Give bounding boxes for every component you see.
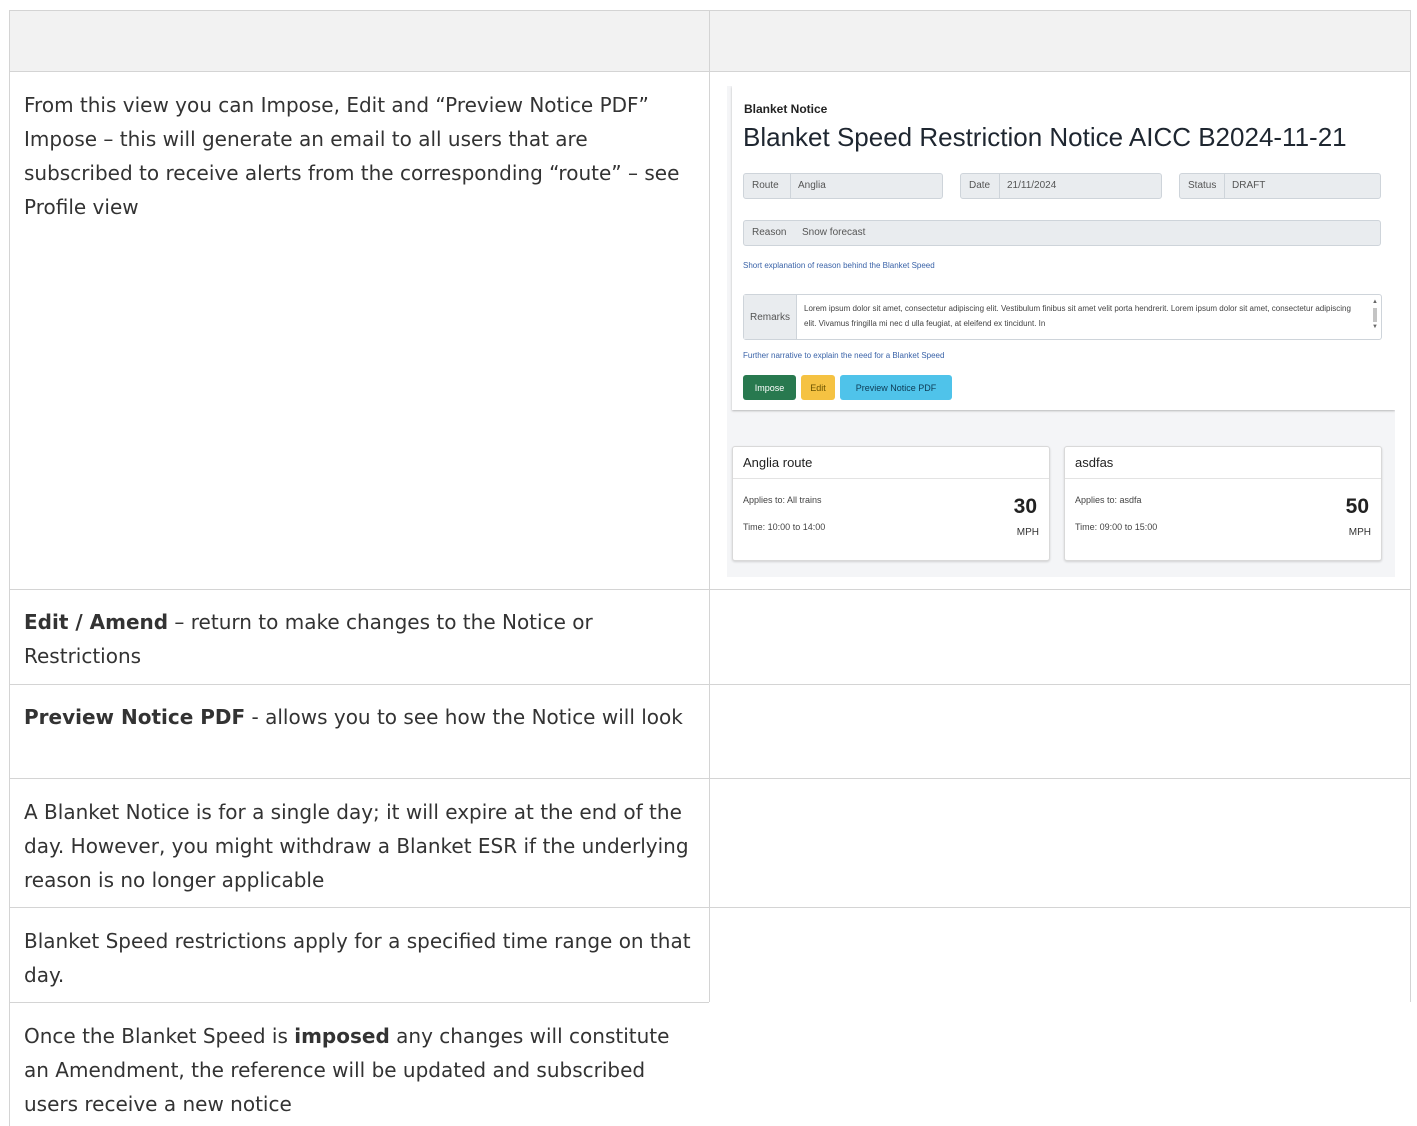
notice-card: Blanket Notice Blanket Speed Restriction… (732, 86, 1395, 410)
reason-hint: Short explanation of reason behind the B… (743, 261, 935, 270)
restriction-time: Time: 10:00 to 14:00 (743, 522, 826, 532)
scroll-thumb[interactable] (1373, 308, 1377, 322)
date-field: Date 21/11/2024 (960, 173, 1162, 199)
status-field: Status DRAFT (1179, 173, 1381, 199)
column-divider (709, 10, 710, 1002)
table-border-top (9, 10, 1411, 11)
scroll-up-icon[interactable]: ▲ (1371, 299, 1379, 306)
row-divider (9, 1002, 709, 1003)
row-5-text: Blanket Speed restrictions apply for a s… (24, 929, 691, 987)
restriction-time: Time: 09:00 to 15:00 (1075, 522, 1158, 532)
embedded-screenshot: Blanket Notice Blanket Speed Restriction… (727, 86, 1395, 577)
date-value[interactable]: 21/11/2024 (1007, 180, 1056, 191)
row-2-bold: Edit / Amend (24, 610, 169, 634)
route-label: Route (752, 180, 779, 191)
restriction-speed: 30 (1013, 495, 1037, 518)
row-2-text: Edit / Amend – return to make changes to… (24, 605, 694, 673)
date-label: Date (969, 180, 991, 191)
row-6-bold: imposed (294, 1024, 390, 1048)
row-divider (9, 907, 1411, 908)
restriction-card[interactable]: Anglia route Applies to: All trains Time… (732, 446, 1050, 561)
field-divider (1224, 174, 1225, 198)
restriction-speed: 50 (1345, 495, 1369, 518)
edit-button[interactable]: Edit (801, 375, 835, 400)
breadcrumb[interactable]: Blanket Notice (744, 102, 827, 116)
remarks-hint: Further narrative to explain the need fo… (743, 351, 945, 360)
preview-notice-pdf-button[interactable]: Preview Notice PDF (840, 375, 952, 400)
row-divider (9, 684, 1411, 685)
table-border-right (1410, 10, 1411, 1002)
restriction-applies: Applies to: All trains (743, 495, 822, 505)
restriction-card[interactable]: asdfas Applies to: asdfa Time: 09:00 to … (1064, 446, 1382, 561)
route-value: Anglia (798, 180, 826, 191)
restriction-unit: MPH (1348, 527, 1371, 538)
restriction-card-header: Anglia route (733, 447, 1049, 479)
table-header-row (9, 10, 1411, 71)
scroll-down-icon[interactable]: ▼ (1371, 324, 1379, 331)
row-divider (9, 589, 1411, 590)
row-3-bold: Preview Notice PDF (24, 705, 246, 729)
row-4-text: A Blanket Notice is for a single day; it… (24, 800, 689, 892)
row-3-rest: - allows you to see how the Notice will … (245, 705, 683, 729)
restriction-card-header: asdfas (1065, 447, 1381, 479)
reason-field[interactable]: Reason Snow forecast (743, 220, 1381, 246)
status-label: Status (1188, 180, 1217, 191)
remarks-scrollbar[interactable]: ▲ ▼ (1371, 299, 1379, 335)
restriction-name: asdfas (1075, 455, 1114, 470)
reason-label: Reason (752, 227, 787, 238)
status-value: DRAFT (1232, 180, 1266, 191)
route-field: Route Anglia (743, 173, 943, 199)
row-1-text: From this view you can Impose, Edit and … (24, 93, 680, 219)
restriction-unit: MPH (1016, 527, 1039, 538)
remarks-label: Remarks (744, 295, 797, 339)
row-6-pre: Once the Blanket Speed is (24, 1024, 295, 1048)
remarks-field[interactable]: Remarks Lorem ipsum dolor sit amet, cons… (743, 294, 1382, 340)
table-border-left (9, 10, 10, 1126)
row-6-text: Once the Blanket Speed is imposed any ch… (24, 1019, 694, 1121)
row-divider (9, 778, 1411, 779)
restriction-name: Anglia route (743, 455, 813, 470)
field-divider (790, 174, 791, 198)
row-3-text: Preview Notice PDF - allows you to see h… (24, 700, 694, 734)
restriction-applies: Applies to: asdfa (1075, 495, 1142, 505)
field-divider (999, 174, 1000, 198)
row-divider (9, 71, 1411, 72)
impose-button[interactable]: Impose (743, 375, 796, 400)
page-title: Blanket Speed Restriction Notice AICC B2… (743, 122, 1347, 152)
remarks-text[interactable]: Lorem ipsum dolor sit amet, consectetur … (804, 301, 1364, 331)
reason-value[interactable]: Snow forecast (802, 227, 865, 238)
